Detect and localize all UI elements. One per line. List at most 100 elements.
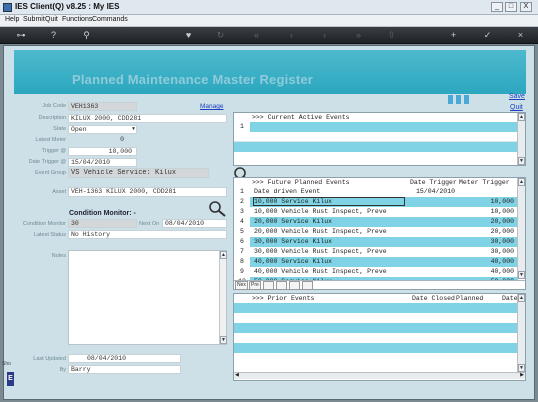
latest-status-label: Latest Status [33, 232, 66, 238]
scroll-down-icon[interactable]: ▼ [518, 364, 525, 372]
help-icon[interactable]: ? [47, 29, 60, 42]
event-name: 40,000 Vehicle Rust Inspect, Preve [254, 268, 387, 275]
last-updated-label: Last Updated [33, 356, 66, 362]
maximize-button[interactable]: □ [505, 2, 517, 12]
latest-status-field[interactable]: No History [68, 230, 227, 239]
scroll-left-icon[interactable]: ◀ [235, 372, 239, 378]
quit-link[interactable]: Quit [510, 104, 523, 111]
app-canvas: Planned Maintenance Master Register Save… [2, 45, 535, 400]
current-events-scrollbar[interactable]: ▲ ▼ [517, 113, 525, 165]
prior-event-row[interactable] [234, 323, 518, 333]
prior-event-row[interactable] [234, 303, 518, 313]
current-event-row[interactable] [234, 152, 518, 162]
upload-icon[interactable]: ⇧ [385, 29, 398, 42]
nav-tab-6[interactable] [302, 281, 313, 290]
prior-event-row[interactable] [234, 333, 518, 343]
trigger-field[interactable]: 10,000 [68, 147, 137, 156]
rewind-icon[interactable]: « [250, 29, 263, 42]
next-on-field[interactable]: 08/04/2010 [162, 219, 227, 228]
nav-tab-3[interactable] [263, 281, 274, 290]
back-icon[interactable]: ‹ [285, 29, 298, 42]
add-icon[interactable]: + [447, 29, 460, 42]
state-select[interactable]: Open ▼ [68, 125, 137, 134]
close-window-button[interactable]: X [520, 2, 532, 12]
prior-events-hscrollbar[interactable]: ◀ ▶ [234, 372, 525, 379]
event-name: Date driven Event [254, 188, 321, 195]
future-event-row[interactable]: 7 30,000 Vehicle Rust Inspect, Preve 30,00… [234, 247, 518, 257]
menu-functions[interactable]: Functions [62, 16, 92, 23]
refresh-icon[interactable]: ↻ [214, 29, 227, 42]
menu-commands[interactable]: Commands [92, 16, 128, 23]
notes-scrollbar[interactable]: ▲ ▼ [219, 251, 227, 344]
col-date-closed: Date Closed [412, 295, 455, 302]
current-event-row[interactable] [234, 132, 518, 142]
next-tab[interactable]: Nex [235, 281, 248, 290]
future-event-row[interactable]: 1 Date driven Event 15/04/2010 [234, 187, 518, 197]
fast-forward-icon[interactable]: » [352, 29, 365, 42]
notes-label: Notes [51, 253, 66, 259]
prior-events-scrollbar[interactable]: ▲ ▼ [517, 294, 525, 372]
scroll-up-icon[interactable]: ▲ [518, 113, 525, 121]
nav-tab-5[interactable] [289, 281, 300, 290]
scroll-down-icon[interactable]: ▼ [518, 157, 525, 165]
job-code-label: Job Code [42, 103, 66, 109]
row-number: 6 [234, 237, 250, 247]
title-bar: IES Client(Q) v8.25 : My IES _ □ X [0, 0, 538, 15]
scroll-down-icon[interactable]: ▼ [518, 271, 525, 279]
save-link[interactable]: Save [509, 93, 525, 100]
future-events-header-row: >>> Future Planned Events Date Trigger M… [234, 178, 525, 187]
future-event-row[interactable]: 9 40,000 Vehicle Rust Inspect, Preve 40,00… [234, 267, 518, 277]
notes-textarea[interactable]: ▲ ▼ [68, 250, 227, 345]
search-icon[interactable]: ⚲ [80, 29, 93, 42]
trigger-label: Trigger @ [41, 148, 66, 154]
future-event-row[interactable]: 3 10,000 Vehicle Rust Inspect, Preve 10,00… [234, 207, 518, 217]
users-icon[interactable] [447, 93, 471, 105]
job-code-field[interactable]: VEH1363 [68, 102, 137, 111]
key-icon[interactable]: ⊶ [12, 29, 30, 42]
date-trigger-field[interactable]: 15/04/2010 [68, 158, 137, 167]
event-name: 30,000 Service Kilux [254, 238, 333, 245]
asset-search-icon[interactable] [208, 200, 228, 218]
row-number: 9 [234, 267, 250, 277]
current-event-row[interactable]: 1 [234, 122, 518, 132]
latest-meter-label: Latest Meter [35, 137, 66, 143]
current-event-row[interactable] [234, 142, 518, 152]
chevron-down-icon[interactable]: ▼ [132, 126, 135, 133]
event-name: 20,000 Service Kilux [254, 218, 333, 225]
menu-submit[interactable]: Submit [23, 16, 45, 23]
manage-link[interactable]: Manage [200, 103, 224, 110]
scroll-up-icon[interactable]: ▲ [518, 294, 525, 302]
previous-tab[interactable]: Pre [249, 281, 261, 290]
menu-help[interactable]: Help [5, 16, 19, 23]
future-events-scrollbar[interactable]: ▲ ▼ [517, 178, 525, 279]
scroll-up-icon[interactable]: ▲ [518, 178, 525, 186]
last-updated-field[interactable]: 08/04/2010 [68, 354, 181, 363]
scroll-up-icon[interactable]: ▲ [220, 251, 227, 259]
forward-icon[interactable]: › [318, 29, 331, 42]
prior-event-row[interactable] [234, 343, 518, 353]
menu-quit[interactable]: Quit [45, 16, 58, 23]
event-name: 40,000 Service Kilux [254, 258, 333, 265]
nav-tab-4[interactable] [276, 281, 287, 290]
row-number: 2 [234, 197, 250, 207]
asset-field[interactable]: VEH-1363 KILUX 2000, CDD281 [68, 187, 227, 197]
event-group-field[interactable]: VS Vehicle Service: Kilux [68, 168, 209, 178]
future-event-row[interactable]: 4 20,000 Service Kilux 20,000 [234, 217, 518, 227]
future-event-row[interactable]: 2 10,000 Service Kilux 10,000 [234, 197, 518, 207]
description-field[interactable]: KILUX 2000, CDD281 [68, 114, 227, 123]
scroll-down-icon[interactable]: ▼ [220, 336, 227, 344]
close-icon[interactable]: × [514, 29, 527, 42]
by-field[interactable]: Barry [68, 365, 181, 374]
current-events-panel: >>> Current Active Events 1 ▲ ▼ [233, 112, 526, 166]
heart-icon[interactable]: ♥ [182, 29, 195, 42]
future-event-row[interactable]: 5 20,000 Vehicle Rust Inspect, Preve 20,00… [234, 227, 518, 237]
check-icon[interactable]: ✓ [481, 29, 494, 42]
scroll-right-icon[interactable]: ▶ [520, 372, 524, 378]
description-label: Description [38, 115, 66, 121]
minimize-button[interactable]: _ [491, 2, 503, 12]
prior-event-row[interactable] [234, 353, 518, 363]
future-event-row[interactable]: 6 30,000 Service Kilux 30,000 [234, 237, 518, 247]
future-event-row[interactable]: 8 40,000 Service Kilux 40,000 [234, 257, 518, 267]
condition-monitor-field[interactable]: 30 [68, 219, 137, 228]
prior-event-row[interactable] [234, 313, 518, 323]
